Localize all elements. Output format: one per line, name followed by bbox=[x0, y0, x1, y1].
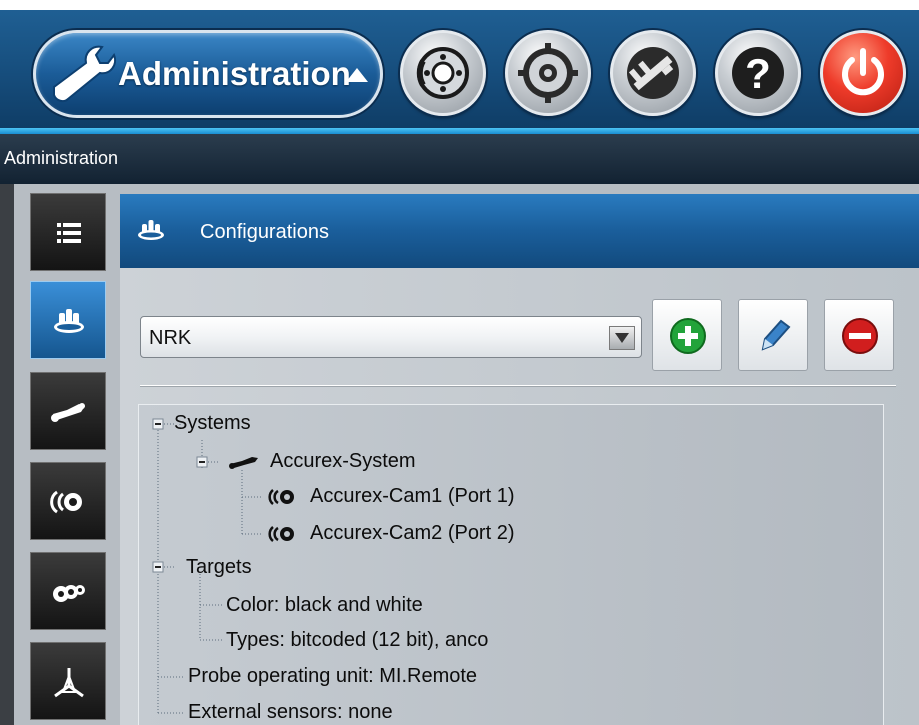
configuration-select[interactable]: NRK bbox=[140, 316, 642, 358]
svg-text:?: ? bbox=[745, 50, 771, 97]
tree-node-probe-unit[interactable]: Probe operating unit: MI.Remote bbox=[188, 665, 477, 688]
section-title-bar: Administration bbox=[0, 134, 919, 184]
system-icon bbox=[51, 403, 85, 422]
power-icon bbox=[842, 48, 884, 96]
administration-menu-button[interactable]: Administration bbox=[33, 30, 383, 118]
tree-node-types[interactable]: Types: bitcoded (12 bit), anco bbox=[226, 629, 488, 652]
tree-node-accurex-system[interactable]: Accurex-System bbox=[270, 450, 416, 473]
sidebar-item-configurations[interactable] bbox=[30, 281, 106, 359]
targets-icon bbox=[53, 585, 85, 602]
measure-button[interactable] bbox=[610, 30, 696, 116]
section-title: Administration bbox=[4, 148, 119, 168]
chevron-down-icon bbox=[615, 333, 629, 343]
list-icon bbox=[57, 223, 81, 243]
dropdown-toggle[interactable] bbox=[609, 326, 635, 350]
left-edge-strip bbox=[0, 184, 14, 725]
configuration-select-value: NRK bbox=[149, 327, 192, 349]
tree-node-external-sensors[interactable]: External sensors: none bbox=[188, 701, 393, 724]
gear-icon bbox=[518, 43, 578, 103]
camera-icon bbox=[50, 490, 82, 514]
tree-node-targets[interactable]: Targets bbox=[186, 556, 252, 579]
caliper-icon bbox=[627, 47, 679, 99]
tree-node-color[interactable]: Color: black and white bbox=[226, 594, 423, 617]
edit-configuration-button[interactable] bbox=[738, 299, 808, 371]
panel-title: Configurations bbox=[200, 221, 329, 243]
help-icon: ? bbox=[732, 47, 784, 99]
system-icon bbox=[229, 457, 258, 469]
disc-brake-icon bbox=[416, 47, 469, 99]
caret-up-icon bbox=[346, 68, 368, 82]
brake-disc-button[interactable] bbox=[400, 30, 486, 116]
axes-icon bbox=[54, 668, 84, 698]
add-icon bbox=[670, 318, 706, 354]
toolbar-separator bbox=[140, 385, 896, 386]
tree-node-systems[interactable]: Systems bbox=[174, 412, 251, 435]
add-configuration-button[interactable] bbox=[652, 299, 722, 371]
configurations-header: Configurations bbox=[120, 194, 919, 268]
sidebar-item-list[interactable] bbox=[30, 193, 106, 271]
tree-node-cam1[interactable]: Accurex-Cam1 (Port 1) bbox=[310, 485, 515, 508]
edit-icon bbox=[761, 319, 791, 351]
sidebar-item-axes[interactable] bbox=[30, 642, 106, 720]
remove-configuration-button[interactable] bbox=[824, 299, 894, 371]
power-button[interactable] bbox=[820, 30, 906, 116]
sidebar-item-cameras[interactable] bbox=[30, 462, 106, 540]
camera-icon bbox=[268, 489, 294, 505]
settings-button[interactable] bbox=[505, 30, 591, 116]
sidebar-item-systems[interactable] bbox=[30, 372, 106, 450]
sidebar-item-targets[interactable] bbox=[30, 552, 106, 630]
configuration-icon bbox=[138, 220, 164, 240]
tree-node-cam2[interactable]: Accurex-Cam2 (Port 2) bbox=[310, 522, 515, 545]
configuration-icon bbox=[54, 309, 84, 333]
help-button[interactable]: ? bbox=[715, 30, 801, 116]
wrench-icon bbox=[53, 45, 116, 103]
administration-menu-label: Administration bbox=[118, 55, 351, 92]
camera-icon bbox=[268, 526, 294, 542]
remove-icon bbox=[842, 318, 878, 354]
